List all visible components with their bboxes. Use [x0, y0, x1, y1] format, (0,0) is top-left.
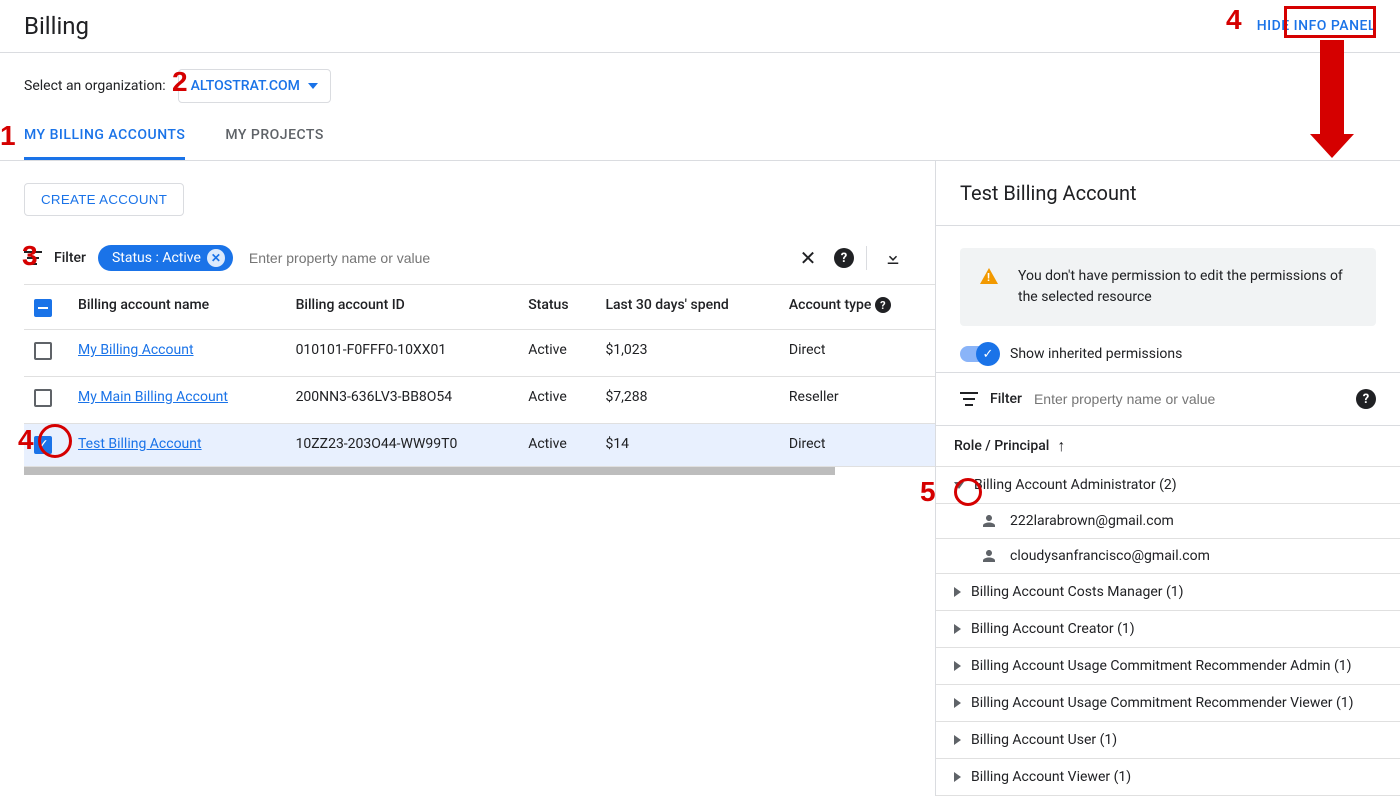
download-icon[interactable] — [879, 244, 907, 272]
role-row[interactable]: Billing Account Costs Manager (1) — [936, 574, 1400, 611]
account-spend: $1,023 — [595, 330, 778, 377]
page-header: Billing HIDE INFO PANEL — [0, 0, 1400, 53]
person-icon — [980, 547, 998, 565]
expand-icon — [954, 482, 964, 489]
roles-list: Billing Account Administrator (2) 222lar… — [936, 467, 1400, 796]
col-spend[interactable]: Last 30 days' spend — [595, 285, 778, 330]
principal-row[interactable]: 222larabrown@gmail.com — [936, 504, 1400, 539]
account-status: Active — [518, 424, 595, 467]
sort-asc-icon: ↑ — [1057, 436, 1065, 456]
role-label: Billing Account Viewer (1) — [971, 769, 1131, 785]
account-type: Reseller — [779, 377, 935, 424]
filter-input[interactable] — [245, 244, 782, 272]
horizontal-scrollbar[interactable] — [24, 467, 835, 475]
account-status: Active — [518, 330, 595, 377]
filter-chip-status[interactable]: Status : Active ✕ — [98, 245, 233, 271]
divider — [866, 246, 867, 270]
notice-text: You don't have permission to edit the pe… — [1018, 266, 1356, 308]
tab-my-billing-accounts[interactable]: MY BILLING ACCOUNTS — [24, 113, 185, 160]
select-all-checkbox[interactable] — [34, 299, 52, 317]
account-id: 200NN3-636LV3-BB8O54 — [286, 377, 519, 424]
row-checkbox[interactable] — [34, 342, 52, 360]
table-header-row: Billing account name Billing account ID … — [24, 285, 935, 330]
expand-icon — [954, 624, 961, 634]
table-row[interactable]: My Billing Account 010101-F0FFF0-10XX01 … — [24, 330, 935, 377]
info-panel: Test Billing Account You don't have perm… — [935, 161, 1400, 796]
main-content: CREATE ACCOUNT Filter Status : Active ✕ … — [0, 161, 935, 796]
role-label: Billing Account User (1) — [971, 732, 1117, 748]
role-row[interactable]: Billing Account Usage Commitment Recomme… — [936, 685, 1400, 722]
roles-header[interactable]: Role / Principal ↑ — [936, 426, 1400, 467]
account-id: 010101-F0FFF0-10XX01 — [286, 330, 519, 377]
expand-icon — [954, 661, 961, 671]
principal-row[interactable]: cloudysanfrancisco@gmail.com — [936, 539, 1400, 574]
hide-info-panel-button[interactable]: HIDE INFO PANEL — [1257, 18, 1376, 34]
filter-label: Filter — [54, 250, 86, 266]
account-id: 10ZZ23-203O44-WW99T0 — [286, 424, 519, 467]
billing-accounts-table: Billing account name Billing account ID … — [24, 284, 935, 467]
panel-filter-input[interactable] — [1034, 391, 1344, 407]
warning-icon — [980, 268, 998, 284]
toggle-label: Show inherited permissions — [1010, 346, 1182, 362]
panel-filter-label: Filter — [990, 391, 1022, 407]
role-label: Billing Account Usage Commitment Recomme… — [971, 695, 1354, 711]
org-selector-row: Select an organization: ALTOSTRAT.COM — [0, 53, 1400, 113]
expand-icon — [954, 735, 961, 745]
panel-filter-bar: Filter ? — [936, 372, 1400, 426]
expand-icon — [954, 698, 961, 708]
role-row[interactable]: Billing Account User (1) — [936, 722, 1400, 759]
col-name[interactable]: Billing account name — [68, 285, 286, 330]
role-row[interactable]: Billing Account Usage Commitment Recomme… — [936, 648, 1400, 685]
expand-icon — [954, 587, 961, 597]
person-icon — [980, 512, 998, 530]
org-picker[interactable]: ALTOSTRAT.COM — [178, 69, 331, 103]
role-label: Billing Account Administrator (2) — [974, 477, 1177, 493]
org-label: Select an organization: — [24, 78, 166, 94]
filter-chip-label: Status : Active — [112, 250, 201, 266]
org-value: ALTOSTRAT.COM — [191, 78, 300, 94]
account-type: Direct — [779, 330, 935, 377]
filter-bar: Filter Status : Active ✕ ✕ ? — [24, 244, 935, 272]
role-row[interactable]: Billing Account Administrator (2) — [936, 467, 1400, 504]
filter-icon — [960, 392, 978, 406]
col-type[interactable]: Account type ? — [779, 285, 935, 330]
account-type: Direct — [779, 424, 935, 467]
account-link[interactable]: Test Billing Account — [78, 436, 202, 452]
col-status[interactable]: Status — [518, 285, 595, 330]
info-panel-title: Test Billing Account — [936, 161, 1400, 226]
role-row[interactable]: Billing Account Viewer (1) — [936, 759, 1400, 796]
table-row[interactable]: My Main Billing Account 200NN3-636LV3-BB… — [24, 377, 935, 424]
account-link[interactable]: My Main Billing Account — [78, 389, 228, 405]
table-row[interactable]: ✓ Test Billing Account 10ZZ23-203O44-WW9… — [24, 424, 935, 467]
account-spend: $14 — [595, 424, 778, 467]
role-label: Billing Account Costs Manager (1) — [971, 584, 1184, 600]
account-status: Active — [518, 377, 595, 424]
create-account-button[interactable]: CREATE ACCOUNT — [24, 183, 184, 216]
help-icon[interactable]: ? — [1356, 389, 1376, 409]
row-checkbox[interactable]: ✓ — [34, 436, 52, 454]
help-icon[interactable]: ? — [875, 297, 891, 313]
col-id[interactable]: Billing account ID — [286, 285, 519, 330]
role-row[interactable]: Billing Account Creator (1) — [936, 611, 1400, 648]
tabs: MY BILLING ACCOUNTS MY PROJECTS — [0, 113, 1400, 161]
row-checkbox[interactable] — [34, 389, 52, 407]
clear-filter-icon[interactable]: ✕ — [794, 244, 822, 272]
page-title: Billing — [24, 12, 89, 40]
expand-icon — [954, 772, 961, 782]
principal-email: cloudysanfrancisco@gmail.com — [1010, 548, 1210, 564]
tab-my-projects[interactable]: MY PROJECTS — [225, 113, 324, 160]
principal-email: 222larabrown@gmail.com — [1010, 513, 1174, 529]
chevron-down-icon — [308, 83, 318, 89]
permission-notice: You don't have permission to edit the pe… — [960, 248, 1376, 326]
account-spend: $7,288 — [595, 377, 778, 424]
role-label: Billing Account Creator (1) — [971, 621, 1135, 637]
role-label: Billing Account Usage Commitment Recomme… — [971, 658, 1352, 674]
help-icon[interactable]: ? — [834, 248, 854, 268]
account-link[interactable]: My Billing Account — [78, 342, 194, 358]
clear-chip-icon[interactable]: ✕ — [207, 249, 225, 267]
inherited-permissions-toggle[interactable]: ✓ — [960, 346, 998, 362]
filter-icon — [24, 251, 42, 265]
